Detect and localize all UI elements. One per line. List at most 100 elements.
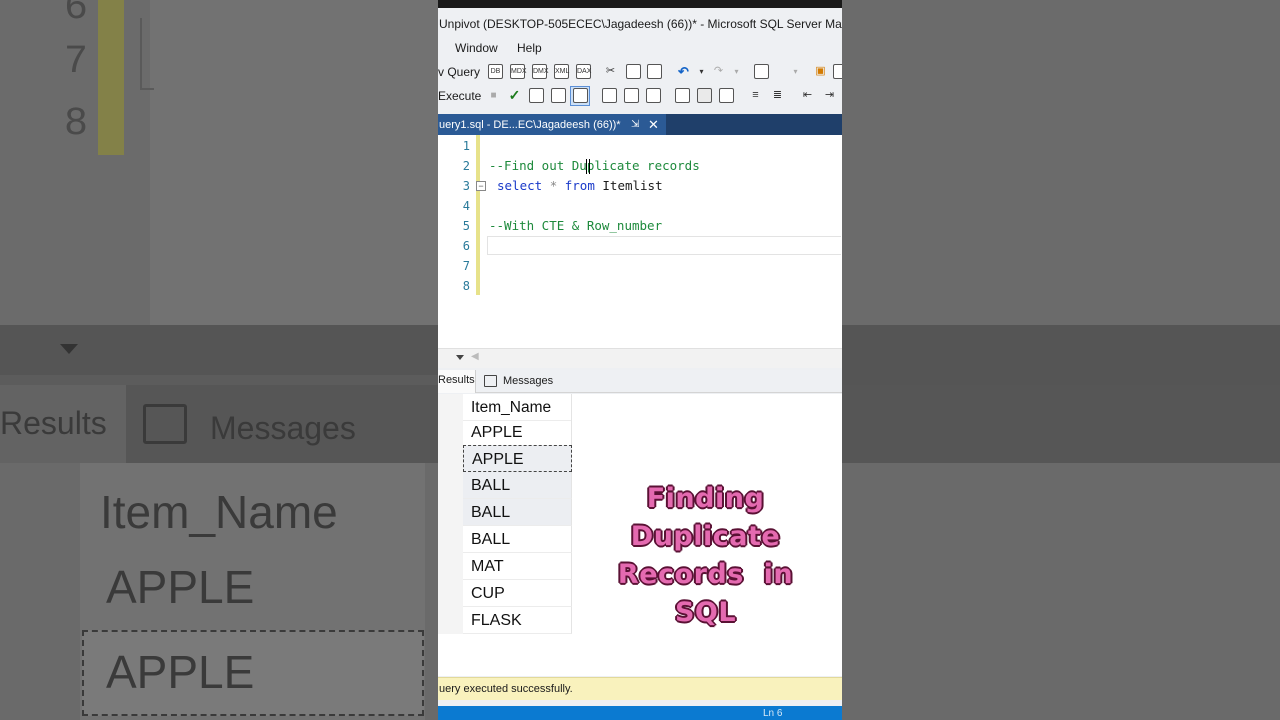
database-query-icon[interactable]: DB (488, 64, 503, 79)
toolbar-standard: v Query DB MDX DMX XML DAX ✂ ↶ ▾ ↷ ▾ ▾ ▣ (438, 60, 842, 84)
line-number: 3 (462, 179, 470, 193)
tab-results[interactable]: Results (438, 370, 476, 393)
keyword-select: select (497, 178, 543, 193)
document-tab[interactable]: uery1.sql - DE...EC\Jagadeesh (66))* ⇲ ✕ (438, 114, 666, 135)
menu-help[interactable]: Help (517, 41, 542, 55)
video-caption-overlay: Finding Duplicate Records in SQL (598, 480, 813, 632)
top-bar (438, 0, 842, 8)
table-row[interactable]: APPLE (463, 445, 572, 472)
blurred-results-tabs (842, 385, 1280, 463)
more-toolbar-icon[interactable] (833, 64, 842, 79)
table-row[interactable]: MAT (463, 553, 572, 580)
caption-line: Records in (617, 559, 794, 590)
code-star: * (549, 178, 558, 193)
cut-icon[interactable]: ✂ (603, 64, 618, 79)
blurred-grid-cell: APPLE (106, 646, 255, 698)
blurred-messages-label: Messages (210, 410, 356, 446)
blurred-line-number: 8 (64, 102, 89, 147)
query-designer-icon[interactable] (551, 88, 566, 103)
results-to-text-icon[interactable] (675, 88, 690, 103)
row-header-column (438, 394, 463, 634)
decrease-indent-icon[interactable]: ⇤ (800, 88, 815, 103)
undo-icon[interactable]: ↶ (676, 64, 691, 79)
uncomment-lines-icon[interactable]: ≣ (770, 88, 785, 103)
redo-dropdown-icon[interactable]: ▾ (729, 64, 744, 79)
caption-line: Duplicate (630, 521, 781, 552)
document-tab-strip: uery1.sql - DE...EC\Jagadeesh (66))* ⇲ ✕ (438, 114, 842, 135)
blurred-split-bar (842, 325, 1280, 385)
execute-button[interactable]: Execute (438, 89, 481, 103)
blurred-right-panel (842, 0, 1280, 720)
tab-messages[interactable]: Messages (503, 375, 553, 387)
change-tracking-margin (476, 135, 480, 295)
line-number: 7 (462, 259, 470, 273)
scroll-left-icon[interactable]: ◀ (471, 351, 479, 362)
stop-icon[interactable]: ■ (486, 88, 501, 103)
blurred-dropdown-icon (60, 344, 78, 354)
blurred-editor (842, 0, 1280, 325)
menu-bar: Window Help (438, 38, 842, 60)
blurred-line-number: 7 (64, 40, 89, 85)
line-number: 4 (462, 199, 470, 213)
code-table-name: Itemlist (602, 178, 663, 193)
text-cursor-icon (586, 159, 590, 174)
include-plan-icon[interactable] (602, 88, 617, 103)
object-explorer-icon[interactable]: ▣ (813, 64, 828, 79)
results-to-grid-icon[interactable] (697, 88, 712, 103)
status-bar: Ln 6 (438, 706, 842, 720)
editor-splitter[interactable]: ◀ (438, 348, 842, 368)
table-row[interactable]: FLASK (463, 607, 572, 634)
mdx-query-icon[interactable]: MDX (510, 64, 527, 79)
undo-dropdown-icon[interactable]: ▾ (694, 64, 709, 79)
pin-icon[interactable]: ⇲ (631, 114, 639, 136)
comment-lines-icon[interactable]: ≡ (748, 88, 763, 103)
ssms-window: Unpivot (DESKTOP-505ECEC\Jagadeesh (66))… (438, 0, 842, 720)
parse-check-icon[interactable]: ✓ (507, 88, 522, 103)
table-row[interactable]: APPLE (463, 419, 572, 446)
blurred-editor-area (150, 0, 438, 325)
code-line-comment: --With CTE & Row_number (489, 218, 663, 233)
blurred-messages-icon (143, 404, 187, 444)
estimated-plan-icon[interactable] (529, 88, 544, 103)
table-row[interactable]: BALL (463, 472, 572, 499)
dmx-query-icon[interactable]: DMX (532, 64, 549, 79)
collapse-icon[interactable]: − (476, 181, 486, 191)
code-line-select: select * from Itemlist (497, 178, 663, 193)
blurred-change-margin (98, 0, 124, 155)
line-number: 1 (462, 139, 470, 153)
current-line-highlight (487, 236, 841, 255)
blurred-left-panel: 6 7 8 Results Messages Item_Name APPLE A… (0, 0, 438, 720)
close-icon[interactable]: ✕ (648, 114, 659, 136)
table-row[interactable]: BALL (463, 499, 572, 526)
blurred-grid (842, 463, 1280, 720)
results-tabs: Results Messages (438, 370, 842, 393)
caption-line: Finding (646, 483, 765, 514)
line-number: 2 (462, 159, 470, 173)
blurred-column-header: Item_Name (100, 486, 338, 538)
solution-config-dropdown-icon[interactable]: ▾ (788, 64, 803, 79)
column-header[interactable]: Item_Name (463, 394, 572, 421)
zoom-dropdown-icon[interactable] (456, 355, 464, 360)
paste-icon[interactable] (647, 64, 662, 79)
tab-results-label: Results (438, 374, 475, 386)
results-to-file-icon[interactable] (719, 88, 734, 103)
redo-icon[interactable]: ↷ (711, 64, 726, 79)
caption-line: SQL (674, 597, 737, 628)
client-stats-icon[interactable] (646, 88, 661, 103)
copy-icon[interactable] (626, 64, 641, 79)
dax-query-icon[interactable]: DAX (576, 64, 591, 79)
table-row[interactable]: BALL (463, 526, 572, 553)
blurred-line-number: 6 (64, 0, 89, 31)
live-stats-icon[interactable] (624, 88, 639, 103)
activity-monitor-icon[interactable] (754, 64, 769, 79)
results-grid-icon[interactable] (573, 88, 588, 103)
new-query-button[interactable]: v Query (438, 65, 480, 79)
xmla-query-icon[interactable]: XML (554, 64, 569, 79)
increase-indent-icon[interactable]: ⇥ (822, 88, 837, 103)
document-tab-label: uery1.sql - DE...EC\Jagadeesh (66))* (439, 119, 621, 131)
line-number: 8 (462, 279, 470, 293)
blurred-results-label: Results (0, 405, 107, 441)
menu-window[interactable]: Window (455, 41, 498, 55)
blurred-fold-bracket (140, 18, 154, 90)
table-row[interactable]: CUP (463, 580, 572, 607)
